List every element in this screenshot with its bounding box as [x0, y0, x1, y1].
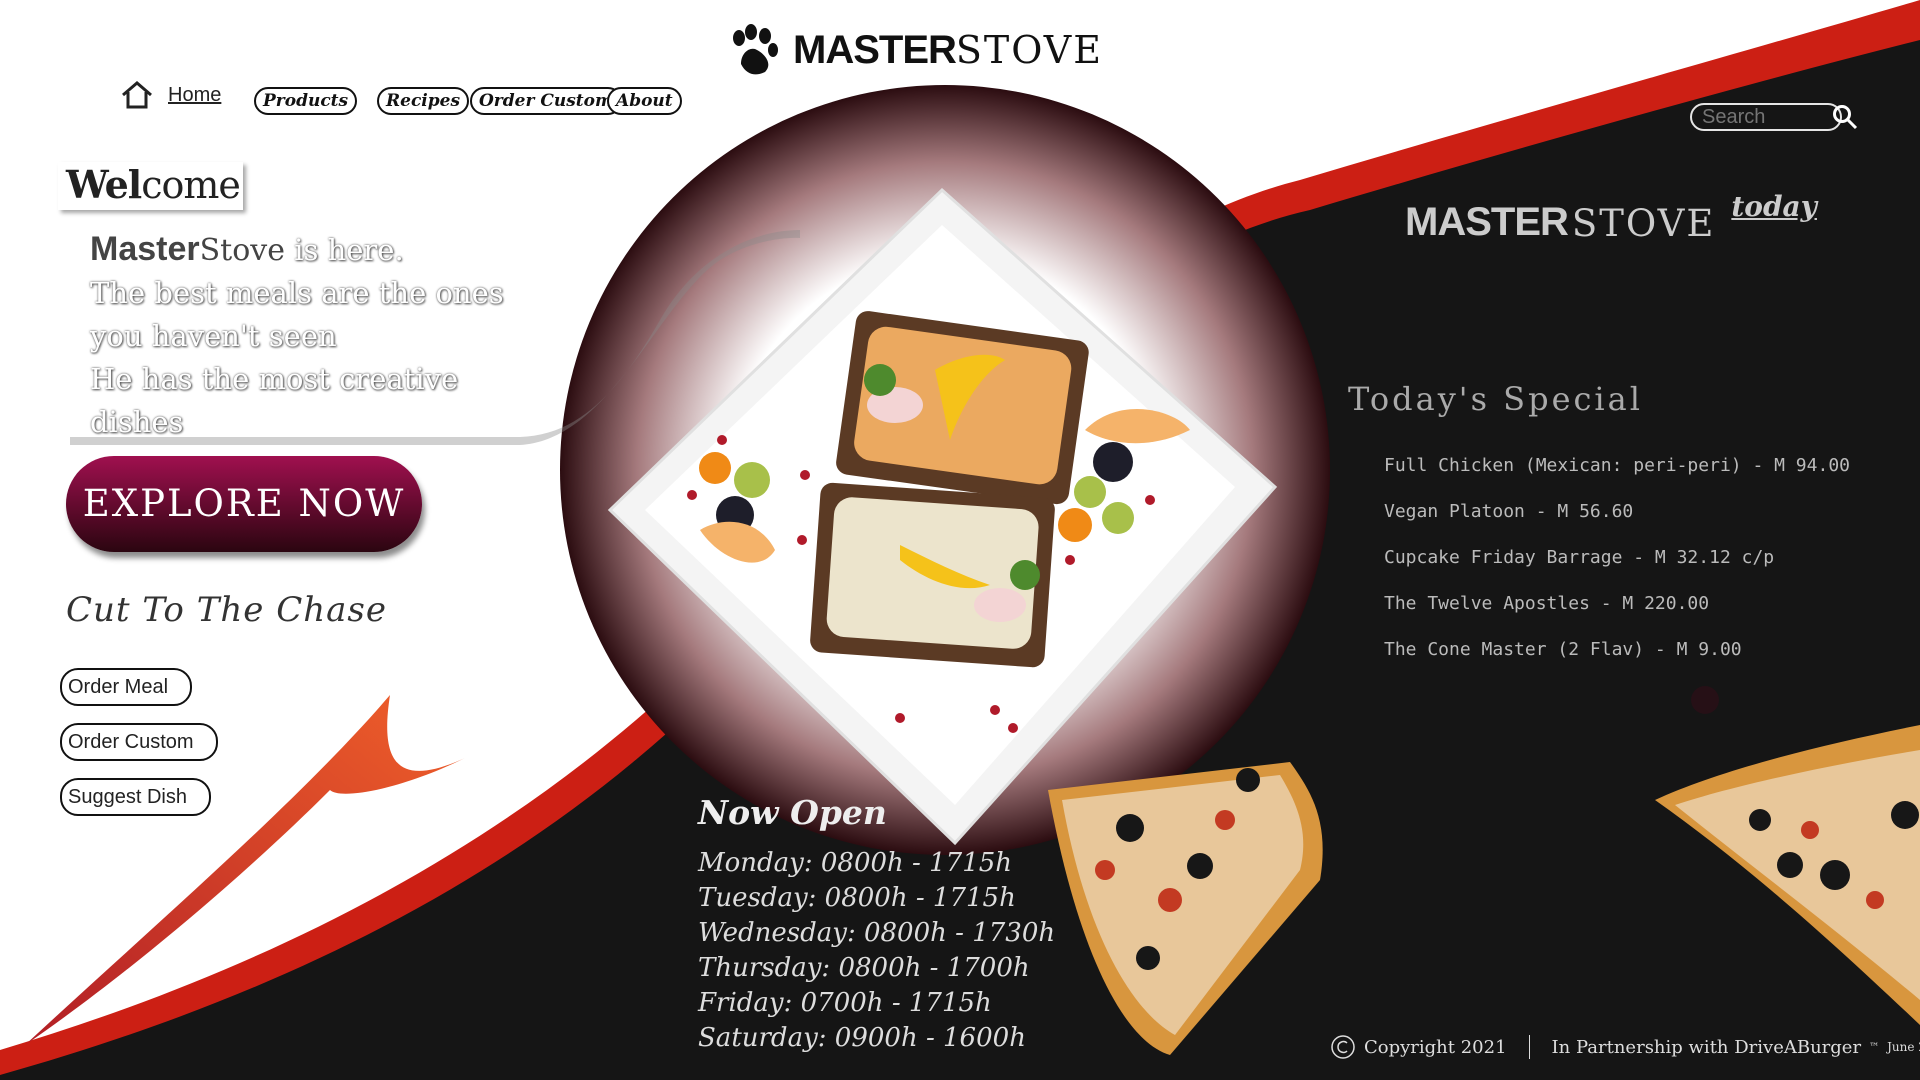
intro-text: MasterStove is here. The best meals are …: [90, 228, 560, 444]
special-item[interactable]: Cupcake Friday Barrage - M 32.12 c/p: [1384, 547, 1774, 568]
order-custom-button[interactable]: Order Custom: [60, 723, 218, 761]
intro-name-bold: Master: [90, 230, 200, 268]
brand-bold: MASTER: [793, 27, 957, 72]
welcome-title-rest: come: [141, 163, 241, 207]
brand-light: STOVE: [955, 28, 1103, 72]
special-item[interactable]: Vegan Platoon - M 56.60: [1384, 501, 1633, 522]
special-title: Today's Special: [1348, 380, 1643, 418]
hours-row: Wednesday: 0800h - 1730h: [698, 918, 1056, 948]
welcome-title-bold: Wel: [66, 162, 142, 207]
footer-date: June 2021: [1887, 1040, 1920, 1054]
copyright-icon: [1331, 1035, 1355, 1059]
intro-line-1-rest: is here.: [284, 233, 404, 267]
footer-divider: [1528, 1035, 1530, 1059]
nav-products[interactable]: Products: [254, 87, 358, 115]
now-open-title: Now Open: [698, 793, 887, 832]
nav-about[interactable]: About: [607, 87, 682, 115]
intro-line-4: He has the most creative: [90, 362, 459, 396]
search-icon[interactable]: [1832, 104, 1858, 130]
special-item[interactable]: The Cone Master (2 Flav) - M 9.00: [1384, 639, 1742, 660]
footer: Copyright 2021 In Partnership with Drive…: [1330, 1034, 1920, 1060]
copyright-text: Copyright 2021: [1364, 1036, 1507, 1058]
intro-line-5: dishes: [90, 405, 184, 439]
home-icon: [122, 81, 152, 109]
hours-row: Thursday: 0800h - 1700h: [698, 953, 1030, 983]
intro-line-3: you haven't seen: [90, 319, 337, 353]
nav-home-label: Home: [168, 83, 222, 106]
welcome-title: Welcome: [66, 162, 241, 207]
search-input[interactable]: [1690, 103, 1842, 131]
today-brand: MASTER STOVE today: [1405, 190, 1817, 245]
suggest-dish-button[interactable]: Suggest Dish: [60, 778, 211, 816]
partner-text[interactable]: In Partnership with DriveABurger: [1552, 1037, 1862, 1058]
today-brand-bold: MASTER: [1405, 200, 1569, 244]
brand-logo[interactable]: MASTER STOVE: [727, 24, 1103, 76]
explore-now-button[interactable]: EXPLORE NOW: [66, 456, 422, 552]
hours-row: Friday: 0700h - 1715h: [698, 988, 992, 1018]
intro-line-1: MasterStove is here.: [90, 228, 560, 272]
chase-title: Cut To The Chase: [66, 590, 387, 630]
nav-recipes[interactable]: Recipes: [377, 87, 470, 115]
nav-home[interactable]: Home: [120, 80, 221, 110]
hours-row: Saturday: 0900h - 1600h: [698, 1023, 1026, 1053]
trademark-mark: ™: [1869, 1041, 1880, 1053]
hours-row: Tuesday: 0800h - 1715h: [698, 883, 1016, 913]
intro-line-2: The best meals are the ones: [90, 276, 504, 310]
special-item[interactable]: The Twelve Apostles - M 220.00: [1384, 593, 1709, 614]
paw-icon: [733, 24, 778, 75]
hours-row: Monday: 0800h - 1715h: [698, 848, 1013, 878]
today-brand-light: STOVE: [1571, 202, 1716, 245]
nav-order-custom[interactable]: Order Custom: [470, 87, 622, 115]
special-item[interactable]: Full Chicken (Mexican: peri-peri) - M 94…: [1384, 455, 1850, 476]
today-tag: today: [1731, 190, 1817, 223]
order-meal-button[interactable]: Order Meal: [60, 668, 193, 706]
intro-name-light: Stove: [199, 233, 285, 268]
